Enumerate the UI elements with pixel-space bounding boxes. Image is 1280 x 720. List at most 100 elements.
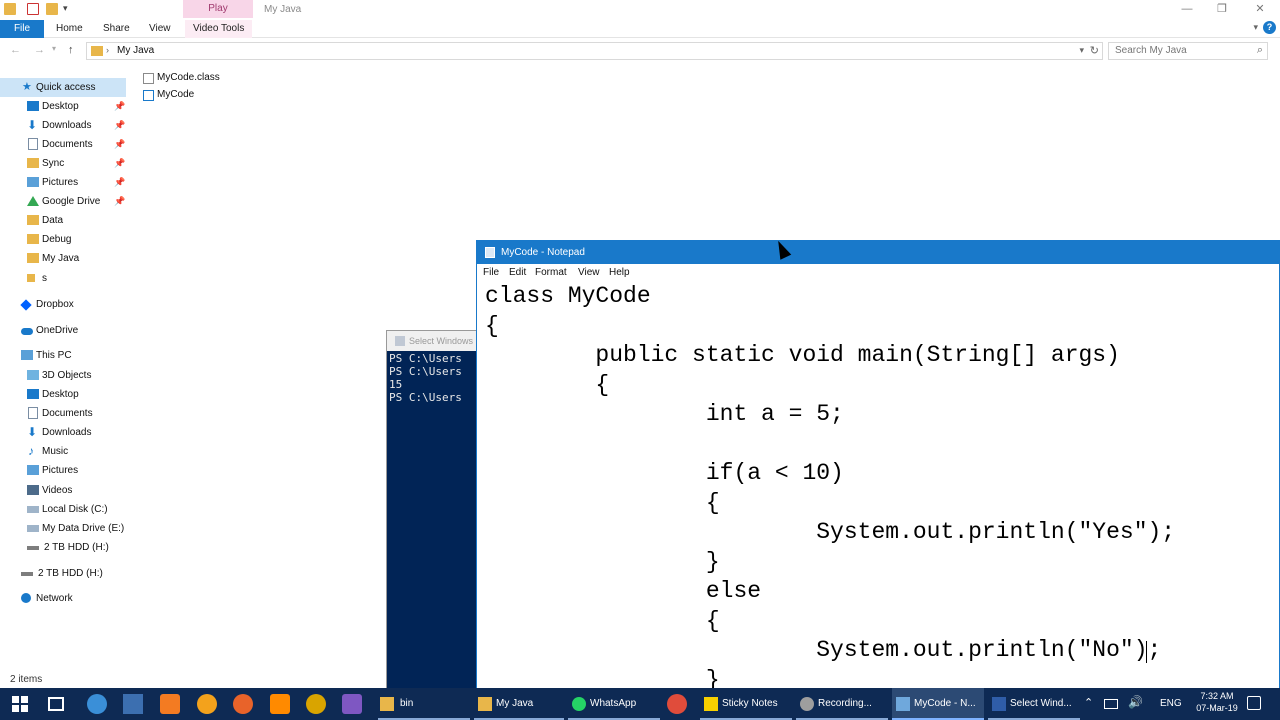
nav-hdd[interactable]: 2 TB HDD (H:) xyxy=(0,564,126,583)
nav-pc-data-drive[interactable]: My Data Drive (E:) xyxy=(0,519,126,538)
nav-sync[interactable]: Sync 📌 xyxy=(0,154,126,173)
visual-studio-icon[interactable] xyxy=(342,694,362,714)
tab-share[interactable]: Share xyxy=(95,20,138,38)
new-folder-icon[interactable] xyxy=(46,3,58,15)
recording-icon xyxy=(800,697,814,711)
settings-icon[interactable] xyxy=(306,694,326,714)
menu-edit[interactable]: Edit xyxy=(509,267,526,278)
nav-pc-hdd[interactable]: 2 TB HDD (H:) xyxy=(0,538,126,557)
tab-view[interactable]: View xyxy=(141,20,179,38)
nav-pc-documents[interactable]: Documents xyxy=(0,404,126,423)
taskbar-app-bin[interactable]: bin xyxy=(378,688,470,720)
nav-pictures[interactable]: Pictures 📌 xyxy=(0,173,126,192)
powershell-window[interactable]: Select Windows PS C:\Users PS C:\Users 1… xyxy=(386,330,478,690)
taskbar-app-notepad[interactable]: MyCode - N... xyxy=(892,688,984,720)
firefox-icon[interactable] xyxy=(233,694,253,714)
nav-pc-pictures[interactable]: Pictures xyxy=(0,461,126,480)
forward-arrow-icon[interactable]: → xyxy=(34,44,45,56)
recent-dropdown-icon[interactable]: ▾ xyxy=(52,44,56,53)
pin-icon[interactable]: 📌 xyxy=(114,154,125,173)
nav-pc-desktop[interactable]: Desktop xyxy=(0,385,126,404)
nav-pc-3d-objects[interactable]: 3D Objects xyxy=(0,366,126,385)
windows-start-icon[interactable] xyxy=(10,694,30,714)
nav-pc-videos[interactable]: Videos xyxy=(0,481,126,500)
document-icon xyxy=(28,138,38,150)
tray-language[interactable]: ENG xyxy=(1160,698,1182,709)
nav-this-pc[interactable]: This PC xyxy=(0,346,126,365)
powershell-icon xyxy=(992,697,1006,711)
devices-icon[interactable] xyxy=(123,694,143,714)
nav-dropbox[interactable]: Dropbox xyxy=(0,295,126,314)
up-arrow-icon[interactable]: ↑ xyxy=(68,44,74,56)
taskbar-app-my-java[interactable]: My Java xyxy=(474,688,564,720)
nav-downloads[interactable]: ⬇ Downloads 📌 xyxy=(0,116,126,135)
nav-s[interactable]: s xyxy=(0,269,126,288)
menu-format[interactable]: Format xyxy=(535,267,567,278)
drive-icon xyxy=(21,572,33,576)
taskbar: bin My Java WhatsApp Sticky Notes Record… xyxy=(0,688,1280,720)
pin-icon[interactable]: 📌 xyxy=(114,192,125,211)
network-tray-icon[interactable] xyxy=(1104,699,1118,709)
console-line: 15 xyxy=(389,378,403,391)
pin-icon[interactable]: 📌 xyxy=(114,97,125,116)
search-icon[interactable]: ⌕ xyxy=(1257,44,1263,57)
nav-documents[interactable]: Documents 📌 xyxy=(0,135,126,154)
nav-data[interactable]: Data xyxy=(0,211,126,230)
properties-icon[interactable] xyxy=(27,3,39,15)
nav-onedrive[interactable]: OneDrive xyxy=(0,321,126,340)
taskbar-app-whatsapp[interactable]: WhatsApp xyxy=(568,688,660,720)
notepad-editor[interactable]: class MyCode { public static void main(S… xyxy=(477,281,1279,689)
tray-chevron-up-icon[interactable]: ⌃ xyxy=(1084,696,1093,709)
menu-help[interactable]: Help xyxy=(609,267,630,278)
folder-icon xyxy=(478,697,492,711)
chrome-canary-icon[interactable] xyxy=(197,694,217,714)
tab-home[interactable]: Home xyxy=(48,20,91,38)
chrome-icon[interactable] xyxy=(667,694,687,714)
play-context-tab[interactable]: Play xyxy=(183,0,253,18)
qat-dropdown-icon[interactable]: ▾ xyxy=(63,3,68,14)
task-view-icon[interactable] xyxy=(48,697,64,711)
folder-icon xyxy=(4,3,16,15)
edge-browser-icon[interactable] xyxy=(87,694,107,714)
taskbar-app-sticky-notes[interactable]: Sticky Notes xyxy=(700,688,792,720)
nav-my-java[interactable]: My Java xyxy=(0,249,126,268)
folder-icon xyxy=(27,274,35,282)
chevron-right-icon[interactable]: › xyxy=(106,45,109,55)
taskbar-app-powershell[interactable]: Select Wind... xyxy=(988,688,1080,720)
xampp-icon[interactable] xyxy=(160,694,180,714)
nav-desktop[interactable]: Desktop 📌 xyxy=(0,97,126,116)
tab-file[interactable]: File xyxy=(0,20,44,38)
taskbar-app-recording[interactable]: Recording... xyxy=(796,688,888,720)
nav-pc-downloads[interactable]: ⬇ Downloads xyxy=(0,423,126,442)
nav-pc-music[interactable]: ♪ Music xyxy=(0,442,126,461)
help-icon[interactable]: ? xyxy=(1263,21,1276,34)
nav-google-drive[interactable]: Google Drive 📌 xyxy=(0,192,126,211)
refresh-icon[interactable]: ↻ xyxy=(1090,44,1099,57)
back-arrow-icon[interactable]: ← xyxy=(10,44,21,56)
menu-view[interactable]: View xyxy=(578,267,600,278)
search-input[interactable]: Search My Java ⌕ xyxy=(1108,42,1268,60)
minimize-icon[interactable]: — xyxy=(1177,2,1197,16)
nav-network[interactable]: Network xyxy=(0,589,126,608)
nav-pc-local-disk[interactable]: Local Disk (C:) xyxy=(0,500,126,519)
menu-file[interactable]: File xyxy=(483,267,499,278)
pin-icon[interactable]: 📌 xyxy=(114,173,125,192)
notifications-icon[interactable] xyxy=(1247,696,1261,710)
nav-debug[interactable]: Debug xyxy=(0,230,126,249)
address-dropdown-icon[interactable]: ▾ xyxy=(1079,45,1084,56)
tab-video-tools[interactable]: Video Tools xyxy=(185,20,253,38)
powershell-titlebar[interactable]: Select Windows xyxy=(387,331,477,351)
notepad-titlebar[interactable]: MyCode - Notepad xyxy=(477,241,1279,264)
nav-quick-access[interactable]: ★ Quick access xyxy=(0,78,126,97)
pin-icon[interactable]: 📌 xyxy=(114,135,125,154)
volume-icon[interactable]: 🔊 xyxy=(1128,695,1143,709)
search-placeholder: Search My Java xyxy=(1115,45,1187,56)
notepad-window[interactable]: MyCode - Notepad File Edit Format View H… xyxy=(476,240,1280,690)
tray-clock[interactable]: 7:32 AM 07-Mar-19 xyxy=(1194,690,1240,714)
expand-ribbon-icon[interactable]: ▾ xyxy=(1253,22,1258,33)
close-icon[interactable]: ✕ xyxy=(1250,2,1270,16)
address-bar[interactable]: › My Java ▾ ↻ xyxy=(86,42,1103,60)
sublime-icon[interactable] xyxy=(270,694,290,714)
pin-icon[interactable]: 📌 xyxy=(114,116,125,135)
restore-icon[interactable]: ❐ xyxy=(1212,2,1232,16)
